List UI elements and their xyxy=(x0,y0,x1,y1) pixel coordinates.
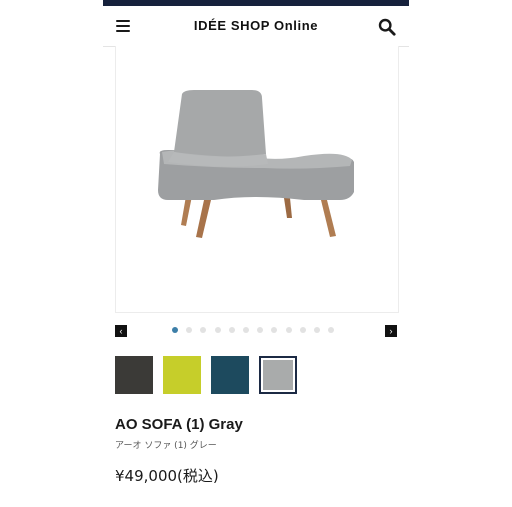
previous-image-button[interactable]: ‹ xyxy=(115,325,127,337)
product-image[interactable] xyxy=(154,90,356,250)
swatch-fill xyxy=(115,356,153,394)
color-swatch-teal-navy[interactable] xyxy=(211,356,249,394)
carousel-dot[interactable] xyxy=(285,327,292,333)
carousel-dot[interactable] xyxy=(200,327,207,333)
carousel-dot[interactable] xyxy=(214,327,221,333)
color-swatch-list xyxy=(115,356,307,396)
carousel-dot[interactable] xyxy=(186,327,193,333)
product-title: AO SOFA (1) Gray xyxy=(115,416,243,433)
next-image-button[interactable]: › xyxy=(385,325,397,337)
carousel-dots xyxy=(172,327,342,335)
carousel-dot[interactable] xyxy=(271,327,278,333)
product-page: IDÉE SHOP Online ‹ › AO SOFA (1) Gray アー… xyxy=(103,0,409,507)
swatch-fill xyxy=(211,356,249,394)
carousel-dot[interactable] xyxy=(313,327,320,333)
carousel-dot[interactable] xyxy=(328,327,335,333)
search-icon[interactable] xyxy=(378,18,396,36)
site-header: IDÉE SHOP Online xyxy=(103,6,409,47)
product-subtitle-ja: アーオ ソファ (1) グレー xyxy=(115,441,217,451)
image-carousel-nav: ‹ › xyxy=(115,322,397,340)
carousel-dot[interactable] xyxy=(242,327,249,333)
site-logo[interactable]: IDÉE SHOP Online xyxy=(103,18,409,33)
swatch-fill xyxy=(263,360,293,390)
swatch-fill xyxy=(163,356,201,394)
carousel-dot[interactable] xyxy=(299,327,306,333)
carousel-dot[interactable] xyxy=(228,327,235,333)
color-swatch-charcoal[interactable] xyxy=(115,356,153,394)
product-price: ¥49,000(税込) xyxy=(115,467,219,485)
product-image-frame xyxy=(115,46,399,313)
color-swatch-lime[interactable] xyxy=(163,356,201,394)
carousel-dot[interactable] xyxy=(172,327,178,333)
carousel-dot[interactable] xyxy=(257,327,264,333)
color-swatch-gray[interactable] xyxy=(259,356,297,394)
